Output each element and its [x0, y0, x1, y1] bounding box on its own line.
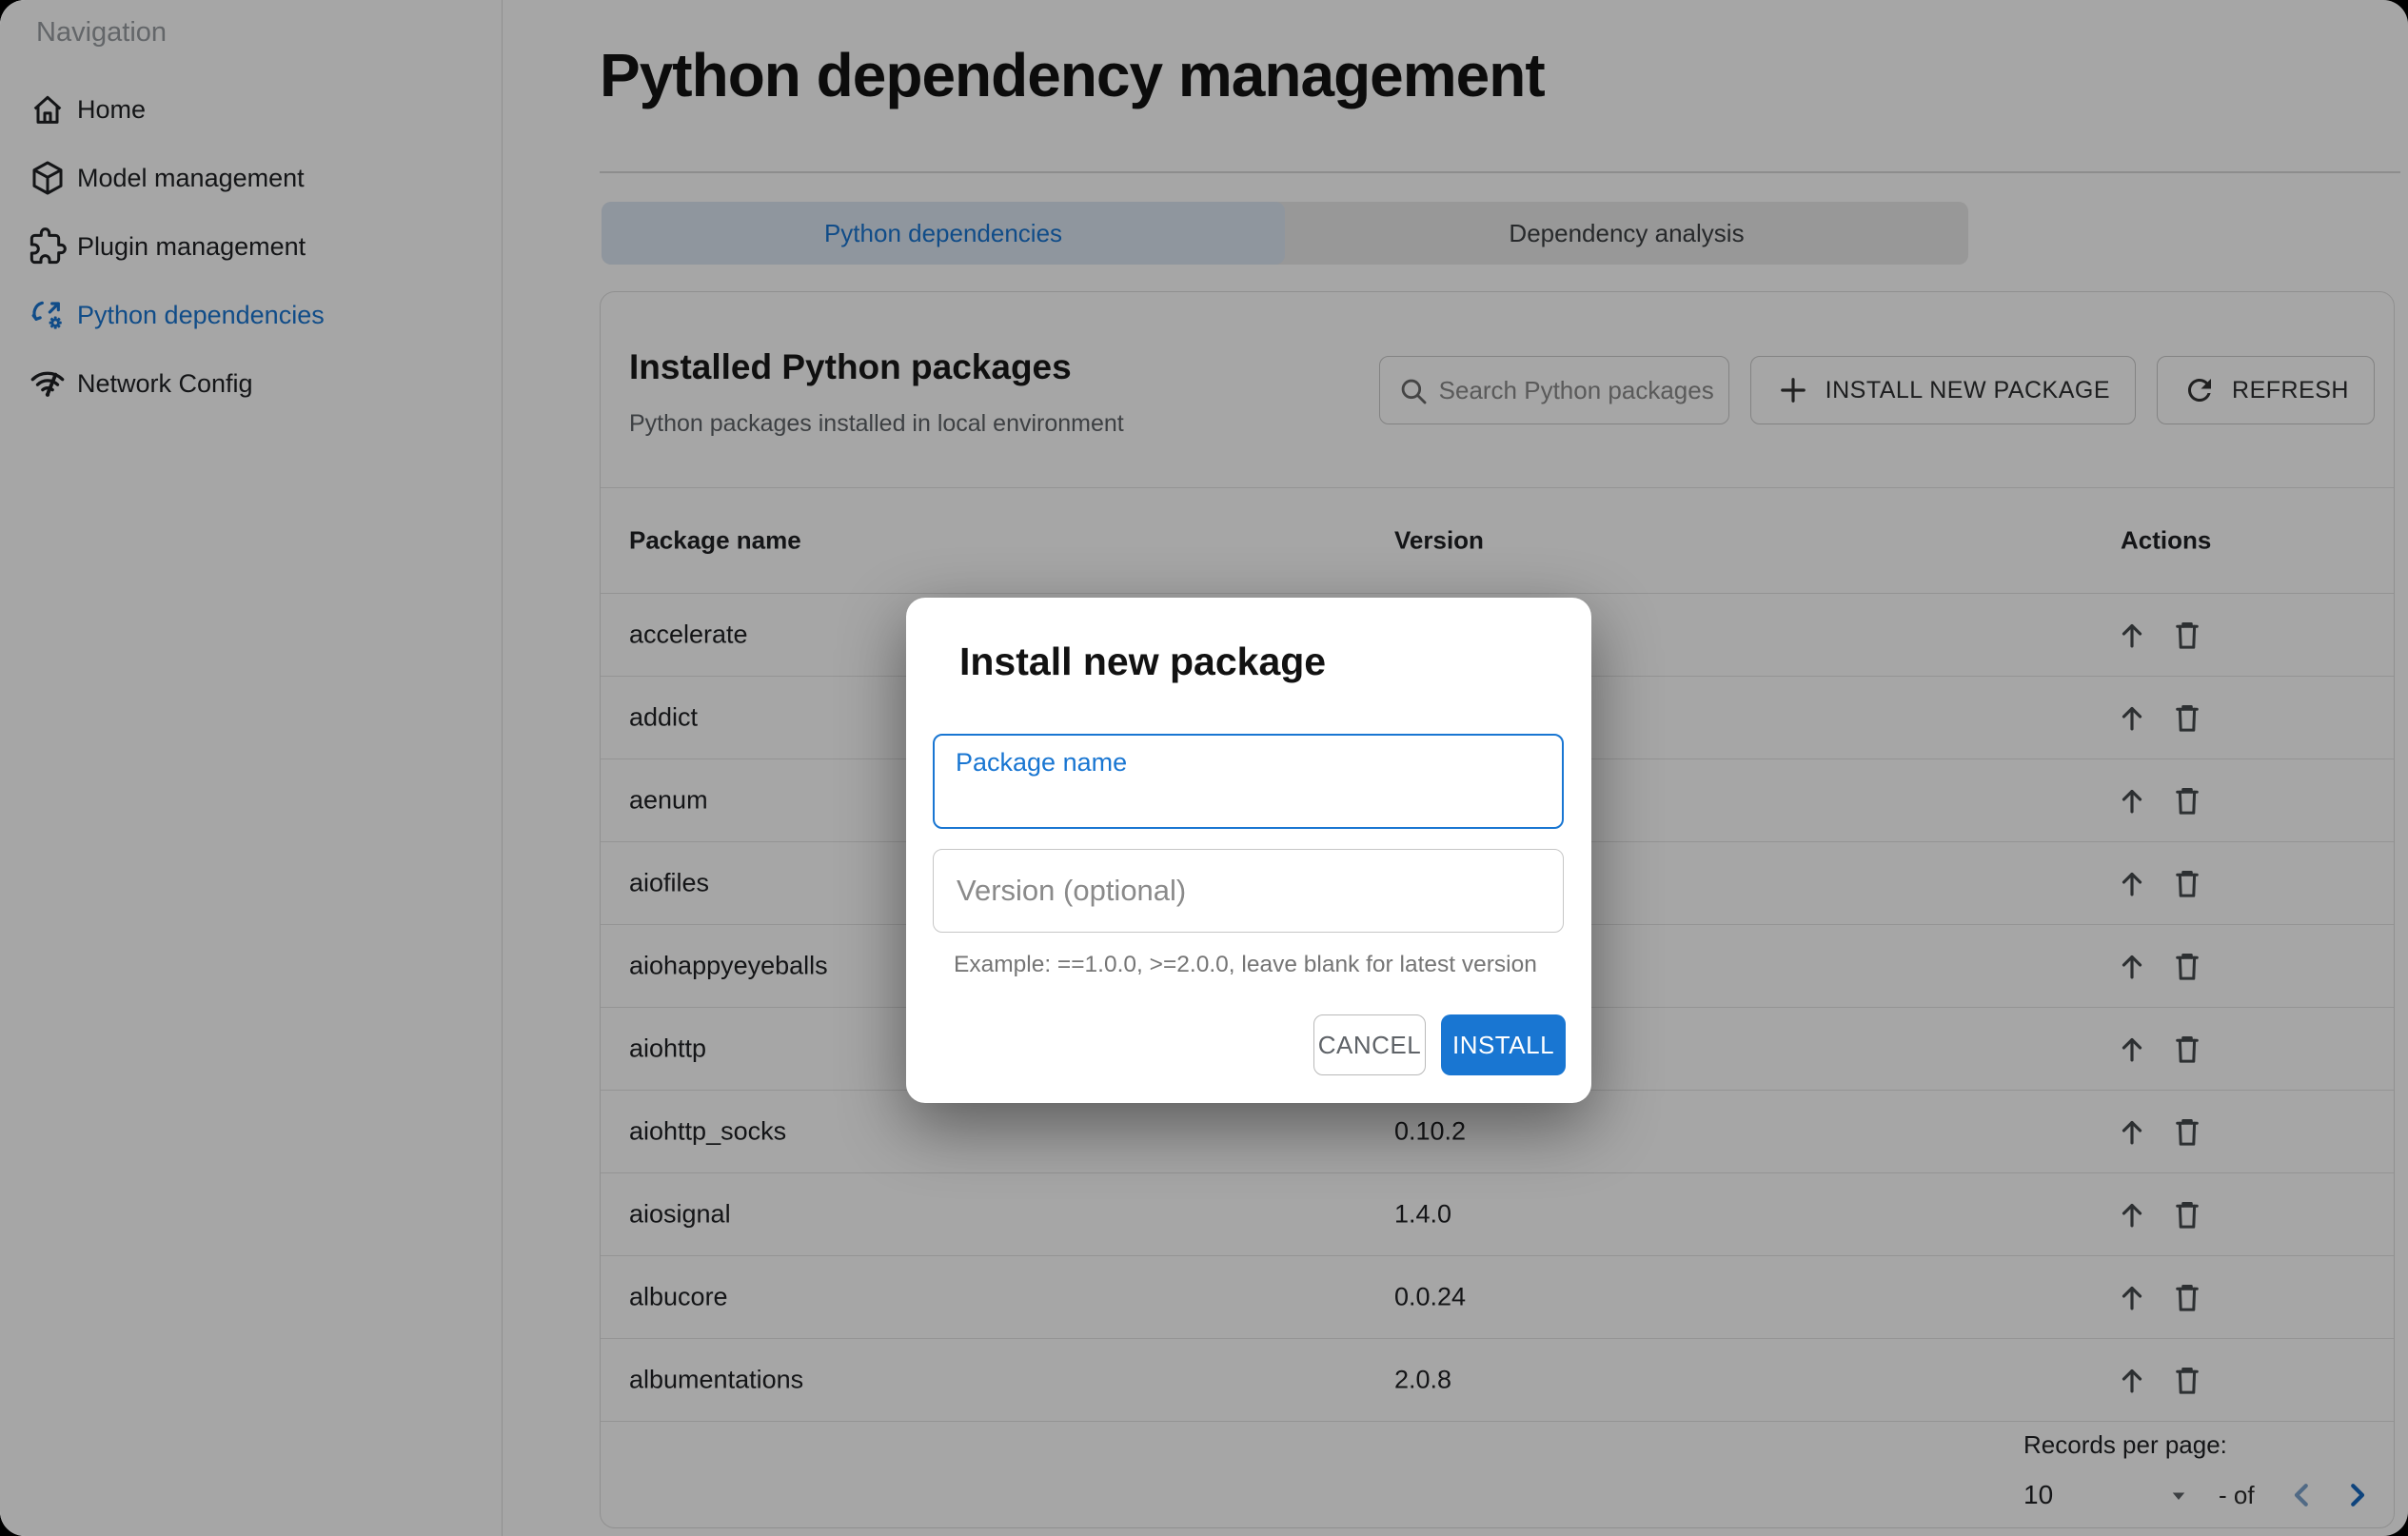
- package-name-input[interactable]: [956, 781, 1545, 823]
- package-name-field: Package name: [933, 734, 1564, 829]
- package-name-label: Package name: [956, 748, 1127, 778]
- version-field: [933, 849, 1564, 933]
- cancel-button[interactable]: CANCEL: [1313, 1014, 1426, 1075]
- version-input[interactable]: [934, 850, 1563, 932]
- dialog-title: Install new package: [959, 640, 1326, 684]
- version-helper-text: Example: ==1.0.0, >=2.0.0, leave blank f…: [954, 952, 1537, 978]
- install-button[interactable]: INSTALL: [1441, 1014, 1566, 1075]
- install-package-dialog: Install new package Package name Example…: [906, 598, 1591, 1103]
- app-window: Navigation Home Model management Plugin …: [0, 0, 2408, 1536]
